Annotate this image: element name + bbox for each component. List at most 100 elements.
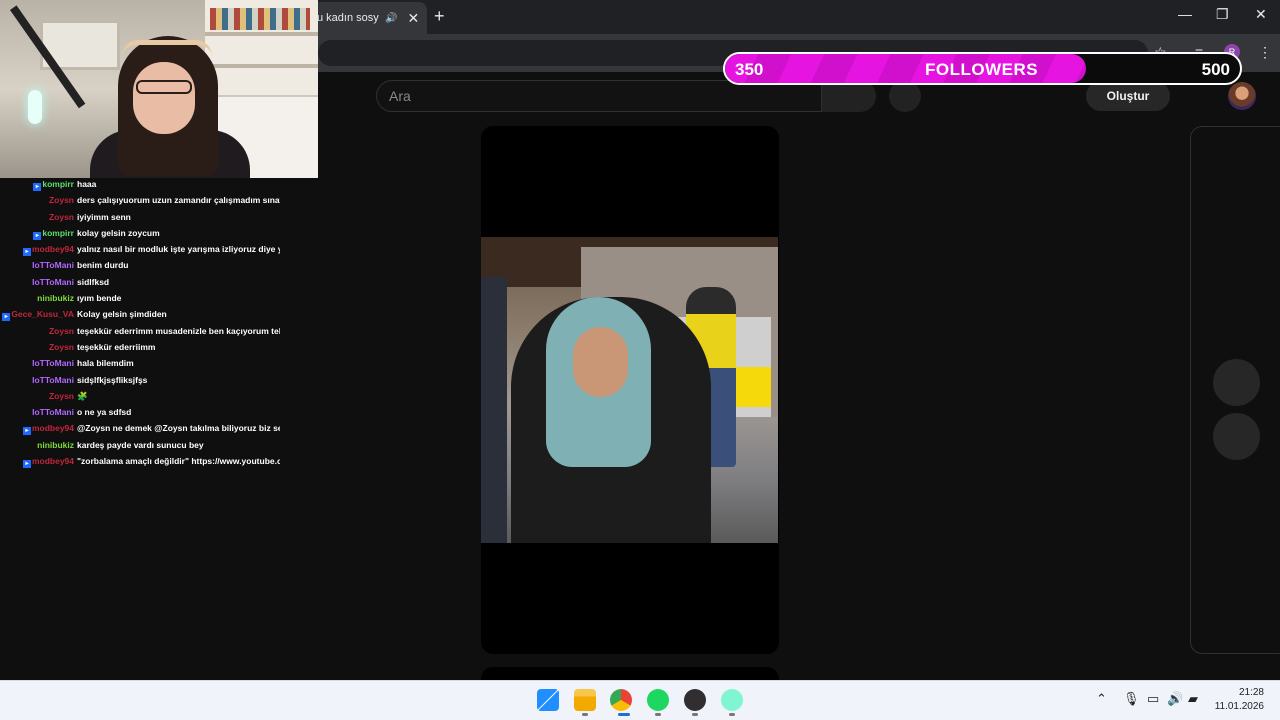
clock-time: 21:28 [1238, 687, 1264, 698]
previous-short-button[interactable] [1213, 359, 1260, 406]
chat-username-text: Zoysn [48, 195, 74, 206]
chat-message: ▸ Gece_Kusu_VA Kolay gelsin şimdiden [0, 306, 300, 322]
chat-username-text: modbey94 [31, 423, 74, 434]
menu-icon[interactable]: ⋮ [1258, 44, 1272, 61]
clock-date: 11.01.2026 [1214, 701, 1264, 712]
chat-username[interactable]: Zoysn [49, 326, 74, 336]
chat-username-text: IoTToMani [32, 260, 74, 271]
chat-badge-icon: ▸ [33, 231, 42, 240]
system-clock[interactable]: 21:28 11.01.2026 [1206, 686, 1264, 714]
chat-message-text: o ne ya sdfsd [77, 407, 132, 418]
chat-username[interactable]: Zoysn [49, 195, 74, 205]
chat-username-text: ninibukiz [37, 293, 74, 304]
obs-indicator [692, 713, 698, 716]
webcam-streamer-face [133, 62, 195, 134]
minimize-button[interactable]: — [1178, 6, 1192, 22]
chat-username-text: IoTToMani [32, 358, 74, 369]
followers-current: 350 [735, 60, 764, 79]
chat-username[interactable]: ▸ kompirr [33, 228, 74, 240]
chat-username[interactable]: IoTToMani [32, 358, 74, 368]
chat-message: Zoysn teşekkür ederriimm [0, 339, 300, 355]
chat-message-text: sidşlfkjsşfliksjfşs [77, 374, 148, 385]
chat-message-text: teşekkür ederrimm musadenizle ben kaçıyo… [77, 325, 280, 336]
chat-username[interactable]: IoTToMani [32, 407, 74, 417]
network-icon[interactable]: ▭ [1147, 691, 1159, 707]
microphone-icon[interactable]: 🎙 [1123, 691, 1140, 707]
chat-message-text: Kolay gelsin şimdiden [77, 309, 167, 320]
chat-username[interactable]: IoTToMani [32, 375, 74, 385]
avatar[interactable] [1228, 82, 1256, 110]
chat-username[interactable]: ▸ modbey94 [22, 423, 74, 436]
chevron-up-icon[interactable]: ⌃ [1096, 691, 1107, 707]
followers-label: FOLLOWERS [925, 60, 1039, 79]
video-frame[interactable] [481, 237, 778, 543]
webcam-shelf-board [205, 64, 318, 68]
chat-username-text: kompirr [42, 227, 74, 238]
chrome-icon[interactable] [610, 689, 632, 711]
chat-message-text: sidlfksd [77, 276, 110, 287]
streamlabs-icon[interactable] [721, 689, 743, 711]
close-window-button[interactable]: ✕ [1255, 6, 1267, 23]
webcam-overlay [0, 0, 318, 178]
windows-taskbar [0, 680, 1280, 720]
chat-message: Zoysn iyiyimm senn [0, 209, 300, 225]
chat-message-text: "zorbalama amaçlı değildir" https://www.… [77, 456, 280, 467]
chat-username[interactable]: ▸ kompirr [33, 179, 74, 191]
chat-message: IoTToMani hala bilemdim [0, 355, 300, 371]
shorts-player[interactable] [481, 126, 779, 654]
spotify-indicator [655, 713, 661, 716]
maximize-button[interactable]: ❐ [1216, 6, 1229, 23]
chat-username[interactable]: ▸ Gece_Kusu_VA [2, 309, 74, 322]
search-placeholder: Ara [389, 88, 411, 104]
chat-message-text: @Zoysn ne demek @Zoysn takılma biliyoruz… [77, 423, 280, 434]
chat-message-text: teşekkür ederriimm [77, 341, 156, 352]
chat-badge-icon: ▸ [33, 183, 42, 191]
browser-tab[interactable]: u kadın sosyal 🔊 ✕ [305, 2, 427, 34]
followers-goal-bar: 350 FOLLOWERS 500 [723, 52, 1242, 85]
chat-username[interactable]: ▸ modbey94 [22, 244, 74, 257]
chat-username-text: Gece_Kusu_VA [11, 309, 74, 320]
obs-icon[interactable] [684, 689, 706, 711]
chat-message: ▸ kompirr haaa [0, 176, 300, 192]
chat-username[interactable]: IoTToMani [32, 260, 74, 270]
chat-message-text: haaa [77, 179, 97, 189]
webcam-ring-light [28, 90, 42, 124]
chat-username[interactable]: ninibukiz [37, 440, 74, 450]
close-tab-icon[interactable]: ✕ [407, 10, 419, 27]
next-short-button[interactable] [1213, 413, 1260, 460]
webcam-shelf-board [205, 32, 318, 36]
new-tab-button[interactable]: + [434, 6, 445, 27]
chrome-indicator [618, 713, 630, 716]
chat-message-text: ıyım bende [77, 293, 122, 304]
webcam-headband [122, 40, 212, 56]
chat-message: ▸ modbey94 "zorbalama amaçlı değildir" htt… [0, 453, 300, 469]
chat-username[interactable]: ninibukiz [37, 293, 74, 303]
chat-username-text: IoTToMani [32, 407, 74, 418]
chat-username[interactable]: Zoysn [49, 212, 74, 222]
chat-message: ninibukiz kardeş payde vardı sunucu bey [0, 437, 300, 453]
chat-message-text: 🧩 [77, 390, 88, 401]
spotify-icon[interactable] [647, 689, 669, 711]
webcam-books [210, 8, 310, 30]
volume-icon[interactable]: 🔊 [1167, 691, 1183, 707]
chat-message: Zoysn teşekkür ederrimm musadenizle ben k… [0, 323, 300, 339]
create-button[interactable]: Oluştur [1086, 81, 1170, 111]
chat-message: IoTToMani o ne ya sdfsd [0, 404, 300, 420]
speaker-icon[interactable]: 🔊 [385, 13, 397, 24]
chat-username-text: ninibukiz [37, 439, 74, 450]
chat-username-text: IoTToMani [32, 276, 74, 287]
tab-title: u kadın sosyal [317, 12, 379, 24]
chat-username[interactable]: IoTToMani [32, 277, 74, 287]
chat-username-text: modbey94 [31, 456, 74, 467]
file-explorer-icon[interactable] [574, 689, 596, 711]
chat-username[interactable]: Zoysn [49, 342, 74, 352]
video-man-edge [481, 277, 507, 543]
chat-username[interactable]: Zoysn [49, 391, 74, 401]
chat-username-text: kompirr [42, 179, 74, 189]
chat-message: ▸ modbey94 @Zoysn ne demek @Zoysn takılma … [0, 420, 300, 436]
chat-username-text: Zoysn [48, 390, 74, 401]
chat-username[interactable]: ▸ modbey94 [22, 456, 74, 469]
chat-badge-icon: ▸ [22, 460, 31, 469]
windows-start-icon[interactable] [537, 689, 559, 711]
battery-icon[interactable]: ▰ [1188, 691, 1198, 707]
